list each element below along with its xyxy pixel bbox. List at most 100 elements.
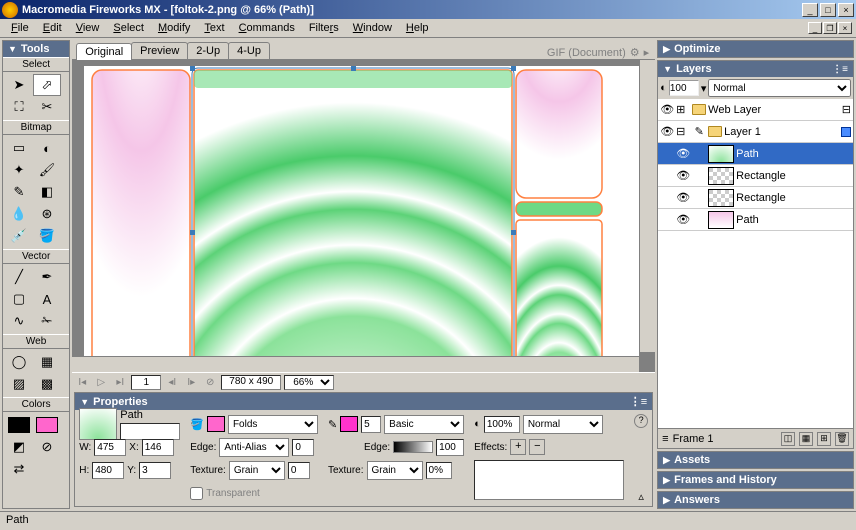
visibility-icon[interactable]: 👁 (676, 213, 690, 226)
stroke-color[interactable] (5, 414, 33, 436)
menu-view[interactable]: View (69, 20, 107, 36)
subselect-tool[interactable]: ⬀ (33, 74, 61, 96)
layer-row-web[interactable]: 👁 ⊞ Web Layer ⊟ (658, 99, 853, 121)
new-bitmap-icon[interactable]: ▦ (799, 432, 813, 446)
lasso-tool[interactable]: ◐ (33, 137, 61, 159)
menu-window[interactable]: Window (346, 20, 399, 36)
default-colors[interactable]: ◩ (5, 436, 33, 458)
optimize-header[interactable]: ▶Optimize (658, 41, 853, 57)
eraser-tool[interactable]: ◧ (33, 181, 61, 203)
menu-modify[interactable]: Modify (151, 20, 197, 36)
brush-tool[interactable]: 🖌 (33, 159, 61, 181)
visibility-icon[interactable]: 👁 (676, 169, 690, 182)
swap-colors[interactable]: ⇄ (5, 458, 33, 480)
height-field[interactable] (92, 462, 124, 479)
layers-header[interactable]: ▼Layers⋮≡ (658, 61, 853, 77)
help-icon[interactable]: ? (634, 414, 648, 428)
first-frame-button[interactable]: I◂ (74, 375, 90, 391)
show-slices[interactable]: ▩ (33, 373, 61, 395)
fill-style-select[interactable]: Folds (228, 415, 318, 434)
visibility-icon[interactable]: 👁 (660, 125, 674, 138)
fill-bucket-icon[interactable]: 🪣 (190, 418, 204, 431)
opacity-field[interactable] (484, 416, 520, 433)
hotspot-tool[interactable]: ◯ (5, 351, 33, 373)
menu-select[interactable]: Select (106, 20, 151, 36)
collapse-icon[interactable]: ⊟ (676, 125, 690, 138)
frame-label[interactable]: Frame 1 (673, 433, 714, 445)
no-color[interactable]: ⊘ (33, 436, 61, 458)
fill-edge-select[interactable]: Anti-Alias (219, 438, 289, 457)
stamp-tool[interactable]: ⊛ (33, 203, 61, 225)
maximize-button[interactable]: □ (820, 3, 836, 17)
layer-row-rectangle[interactable]: 👁 Rectangle (658, 187, 853, 209)
expand-icon[interactable]: ⊞ (676, 103, 690, 116)
prev-frame-button[interactable]: ◂I (164, 375, 180, 391)
y-field[interactable] (139, 462, 171, 479)
collapse-arrow-icon[interactable]: ▵ (638, 490, 644, 503)
stroke-texture-select[interactable]: Grain (367, 461, 423, 480)
mdi-minimize[interactable]: _ (808, 22, 822, 34)
layer-row-layer1[interactable]: 👁 ⊟ ✎ Layer 1 (658, 121, 853, 143)
x-field[interactable] (142, 439, 174, 456)
last-frame-button[interactable]: ▸I (112, 375, 128, 391)
fill-texture-amount[interactable] (288, 462, 310, 479)
layer-color-icon[interactable] (841, 127, 851, 137)
width-field[interactable] (94, 439, 126, 456)
stroke-texture-amount[interactable] (426, 462, 452, 479)
close-button[interactable]: × (838, 3, 854, 17)
visibility-icon[interactable]: 👁 (676, 191, 690, 204)
mdi-close[interactable]: × (838, 22, 852, 34)
fill-texture-select[interactable]: Grain (229, 461, 285, 480)
stroke-edge-amount[interactable] (436, 439, 464, 456)
mdi-restore[interactable]: ❐ (823, 22, 837, 34)
preview-icon[interactable]: ▸ (644, 46, 650, 59)
knife-tool[interactable]: ✁ (33, 310, 61, 332)
layer-row-path-selected[interactable]: 👁 Path (658, 143, 853, 165)
stop-button[interactable]: ⊘ (202, 375, 218, 391)
layer-row-rectangle[interactable]: 👁 Rectangle (658, 165, 853, 187)
blend-mode-select[interactable]: Normal (523, 415, 603, 434)
line-tool[interactable]: ╱ (5, 266, 33, 288)
tab-original[interactable]: Original (76, 43, 132, 60)
tab-2up[interactable]: 2-Up (187, 42, 229, 59)
eyedropper-tool[interactable]: 💉 (5, 225, 33, 247)
stroke-style-select[interactable]: Basic (384, 415, 464, 434)
export-icon[interactable]: ⚙ (630, 46, 640, 59)
answers-header[interactable]: ▶Answers (658, 492, 853, 508)
remove-effect-button[interactable]: − (529, 439, 545, 455)
visibility-icon[interactable]: 👁 (676, 147, 690, 160)
layer-opacity-field[interactable] (669, 80, 699, 96)
wand-tool[interactable]: ✦ (5, 159, 33, 181)
fill-edge-amount[interactable] (292, 439, 314, 456)
visibility-icon[interactable]: 👁 (660, 103, 674, 116)
zoom-select[interactable]: 66% (284, 375, 334, 390)
tab-preview[interactable]: Preview (131, 42, 188, 59)
frame-nav-icon[interactable]: ≡ (662, 433, 668, 445)
fill-color-swatch[interactable] (207, 416, 225, 432)
text-tool[interactable]: A (33, 288, 61, 310)
crop-tool[interactable]: ✂ (33, 96, 61, 118)
canvas[interactable] (84, 66, 639, 372)
menu-filters[interactable]: Filters (302, 20, 346, 36)
panel-menu-icon[interactable]: ⋮≡ (630, 395, 647, 408)
next-frame-button[interactable]: I▸ (183, 375, 199, 391)
mask-icon[interactable]: ◫ (781, 432, 795, 446)
hscrollbar[interactable] (72, 356, 639, 372)
vscrollbar[interactable] (639, 60, 655, 352)
tab-4up[interactable]: 4-Up (228, 42, 270, 59)
scale-tool[interactable]: ⛶ (5, 96, 33, 118)
minimize-button[interactable]: _ (802, 3, 818, 17)
bucket-tool[interactable]: 🪣 (33, 225, 61, 247)
edge-slider-icon[interactable] (393, 441, 433, 453)
play-button[interactable]: ▷ (93, 375, 109, 391)
panel-menu-icon[interactable]: ⋮≡ (832, 64, 848, 75)
marquee-tool[interactable]: ▭ (5, 137, 33, 159)
tools-header[interactable]: ▼Tools (3, 41, 69, 57)
pointer-tool[interactable]: ➤ (5, 74, 33, 96)
menu-commands[interactable]: Commands (232, 20, 302, 36)
rectangle-tool[interactable]: ▢ (5, 288, 33, 310)
blur-tool[interactable]: 💧 (5, 203, 33, 225)
effects-list[interactable] (474, 460, 624, 500)
menu-help[interactable]: Help (399, 20, 436, 36)
pencil-tool[interactable]: ✎ (5, 181, 33, 203)
